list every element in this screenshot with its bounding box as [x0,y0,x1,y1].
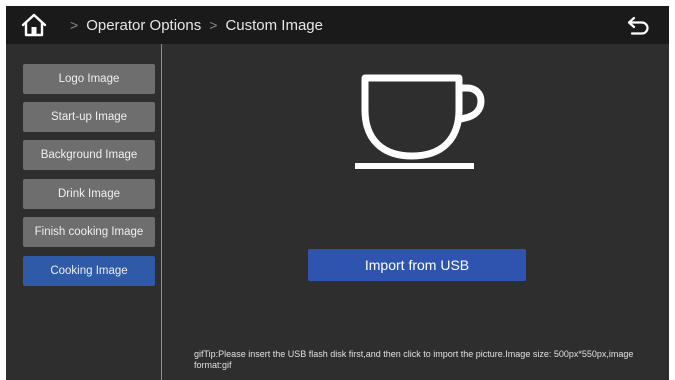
sidebar-item-logo-image[interactable]: Logo Image [23,64,155,94]
breadcrumb-operator-options[interactable]: Operator Options [86,17,201,34]
home-icon [21,13,47,37]
back-arrow-icon [627,16,649,35]
sidebar: Logo Image Start-up Image Background Ima… [6,44,161,380]
top-bar: > Operator Options > Custom Image [6,6,669,44]
import-tip-text: gifTip:Please insert the USB flash disk … [194,349,634,370]
main-panel: Import from USB gifTip:Please insert the… [162,44,669,380]
import-from-usb-button[interactable]: Import from USB [308,249,526,281]
sidebar-item-finish-cooking-image[interactable]: Finish cooking Image [23,217,155,247]
sidebar-item-background-image[interactable]: Background Image [23,140,155,170]
breadcrumb-separator: > [209,17,218,33]
home-button[interactable] [20,12,48,38]
screen: > Operator Options > Custom Image Logo I… [6,6,669,380]
sidebar-item-cooking-image[interactable]: Cooking Image [23,256,155,286]
page-title: Custom Image [225,16,323,34]
sidebar-item-start-up-image[interactable]: Start-up Image [23,102,155,132]
sidebar-item-drink-image[interactable]: Drink Image [23,179,155,209]
back-button[interactable] [625,12,653,38]
breadcrumb-separator: > [70,17,79,33]
breadcrumb: > Operator Options > Custom Image [62,6,323,44]
coffee-cup-icon [355,74,485,169]
